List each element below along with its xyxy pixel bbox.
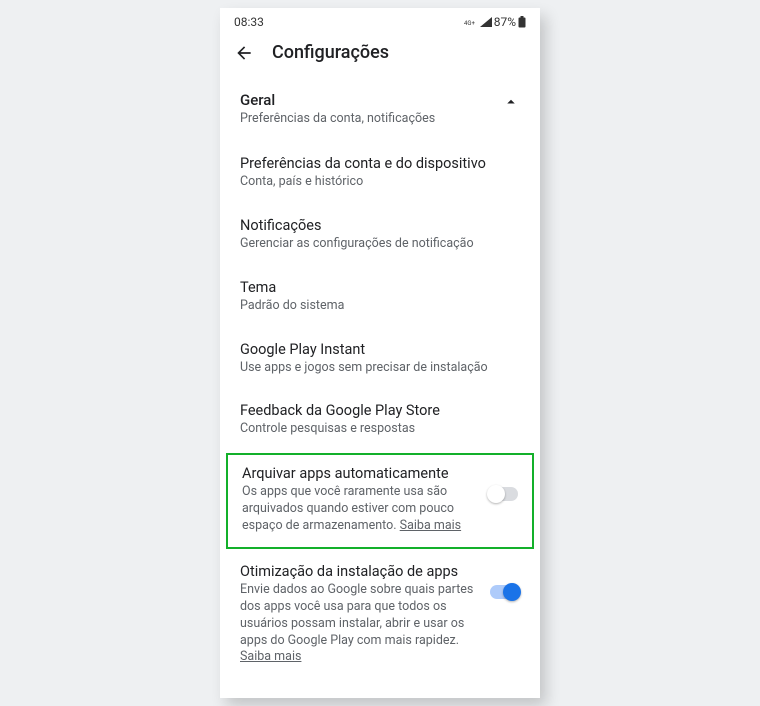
- row-account-prefs[interactable]: Preferências da conta e do dispositivo C…: [220, 142, 540, 204]
- row-install-optimization[interactable]: Otimização da instalação de apps Envie d…: [220, 549, 540, 666]
- row-subtitle: Padrão do sistema: [240, 298, 520, 315]
- row-title: Notificações: [240, 217, 520, 234]
- row-title: Google Play Instant: [240, 341, 520, 358]
- status-right: 4G+ 87%: [464, 15, 526, 29]
- optimize-learn-more-link[interactable]: Saiba mais: [240, 649, 301, 664]
- optimize-toggle[interactable]: [490, 563, 520, 599]
- row-auto-archive[interactable]: Arquivar apps automaticamente Os apps qu…: [226, 453, 534, 549]
- optimize-sub-text: Envie dados ao Google sobre quais partes…: [240, 582, 473, 648]
- row-subtitle: Use apps e jogos sem precisar de instala…: [240, 360, 520, 377]
- optimize-title: Otimização da instalação de apps: [240, 563, 480, 580]
- row-subtitle: Gerenciar as configurações de notificaçã…: [240, 236, 520, 253]
- network-icon: 4G+: [464, 17, 478, 27]
- chevron-up-icon: [502, 91, 520, 115]
- row-title: Feedback da Google Play Store: [240, 402, 520, 419]
- signal-icon: [480, 17, 492, 27]
- page-title: Configurações: [272, 42, 389, 63]
- row-theme[interactable]: Tema Padrão do sistema: [220, 266, 540, 328]
- row-title: Preferências da conta e do dispositivo: [240, 155, 520, 172]
- row-notifications[interactable]: Notificações Gerenciar as configurações …: [220, 204, 540, 266]
- row-subtitle: Controle pesquisas e respostas: [240, 421, 520, 438]
- general-title: Geral: [240, 91, 435, 109]
- arrow-left-icon: [234, 43, 254, 63]
- section-general[interactable]: Geral Preferências da conta, notificaçõe…: [220, 77, 540, 142]
- row-feedback[interactable]: Feedback da Google Play Store Controle p…: [220, 389, 540, 451]
- battery-icon: [518, 16, 526, 28]
- archive-toggle[interactable]: [488, 465, 518, 501]
- status-bar: 08:33 4G+ 87%: [220, 8, 540, 36]
- general-subtitle: Preferências da conta, notificações: [240, 111, 435, 128]
- row-play-instant[interactable]: Google Play Instant Use apps e jogos sem…: [220, 328, 540, 390]
- phone-frame: 08:33 4G+ 87% Configurações Ge: [220, 8, 540, 698]
- status-time: 08:33: [234, 15, 264, 29]
- optimize-subtitle: Envie dados ao Google sobre quais partes…: [240, 582, 480, 666]
- battery-percent: 87%: [494, 15, 516, 29]
- back-button[interactable]: [234, 43, 254, 63]
- archive-learn-more-link[interactable]: Saiba mais: [400, 518, 461, 533]
- toggle-on-icon: [490, 585, 520, 599]
- row-subtitle: Conta, país e histórico: [240, 174, 520, 191]
- archive-subtitle: Os apps que você raramente usa são arqui…: [242, 484, 478, 535]
- row-title: Tema: [240, 279, 520, 296]
- toggle-off-icon: [488, 487, 518, 501]
- header: Configurações: [220, 36, 540, 77]
- svg-text:4G+: 4G+: [464, 20, 475, 27]
- archive-title: Arquivar apps automaticamente: [242, 465, 478, 482]
